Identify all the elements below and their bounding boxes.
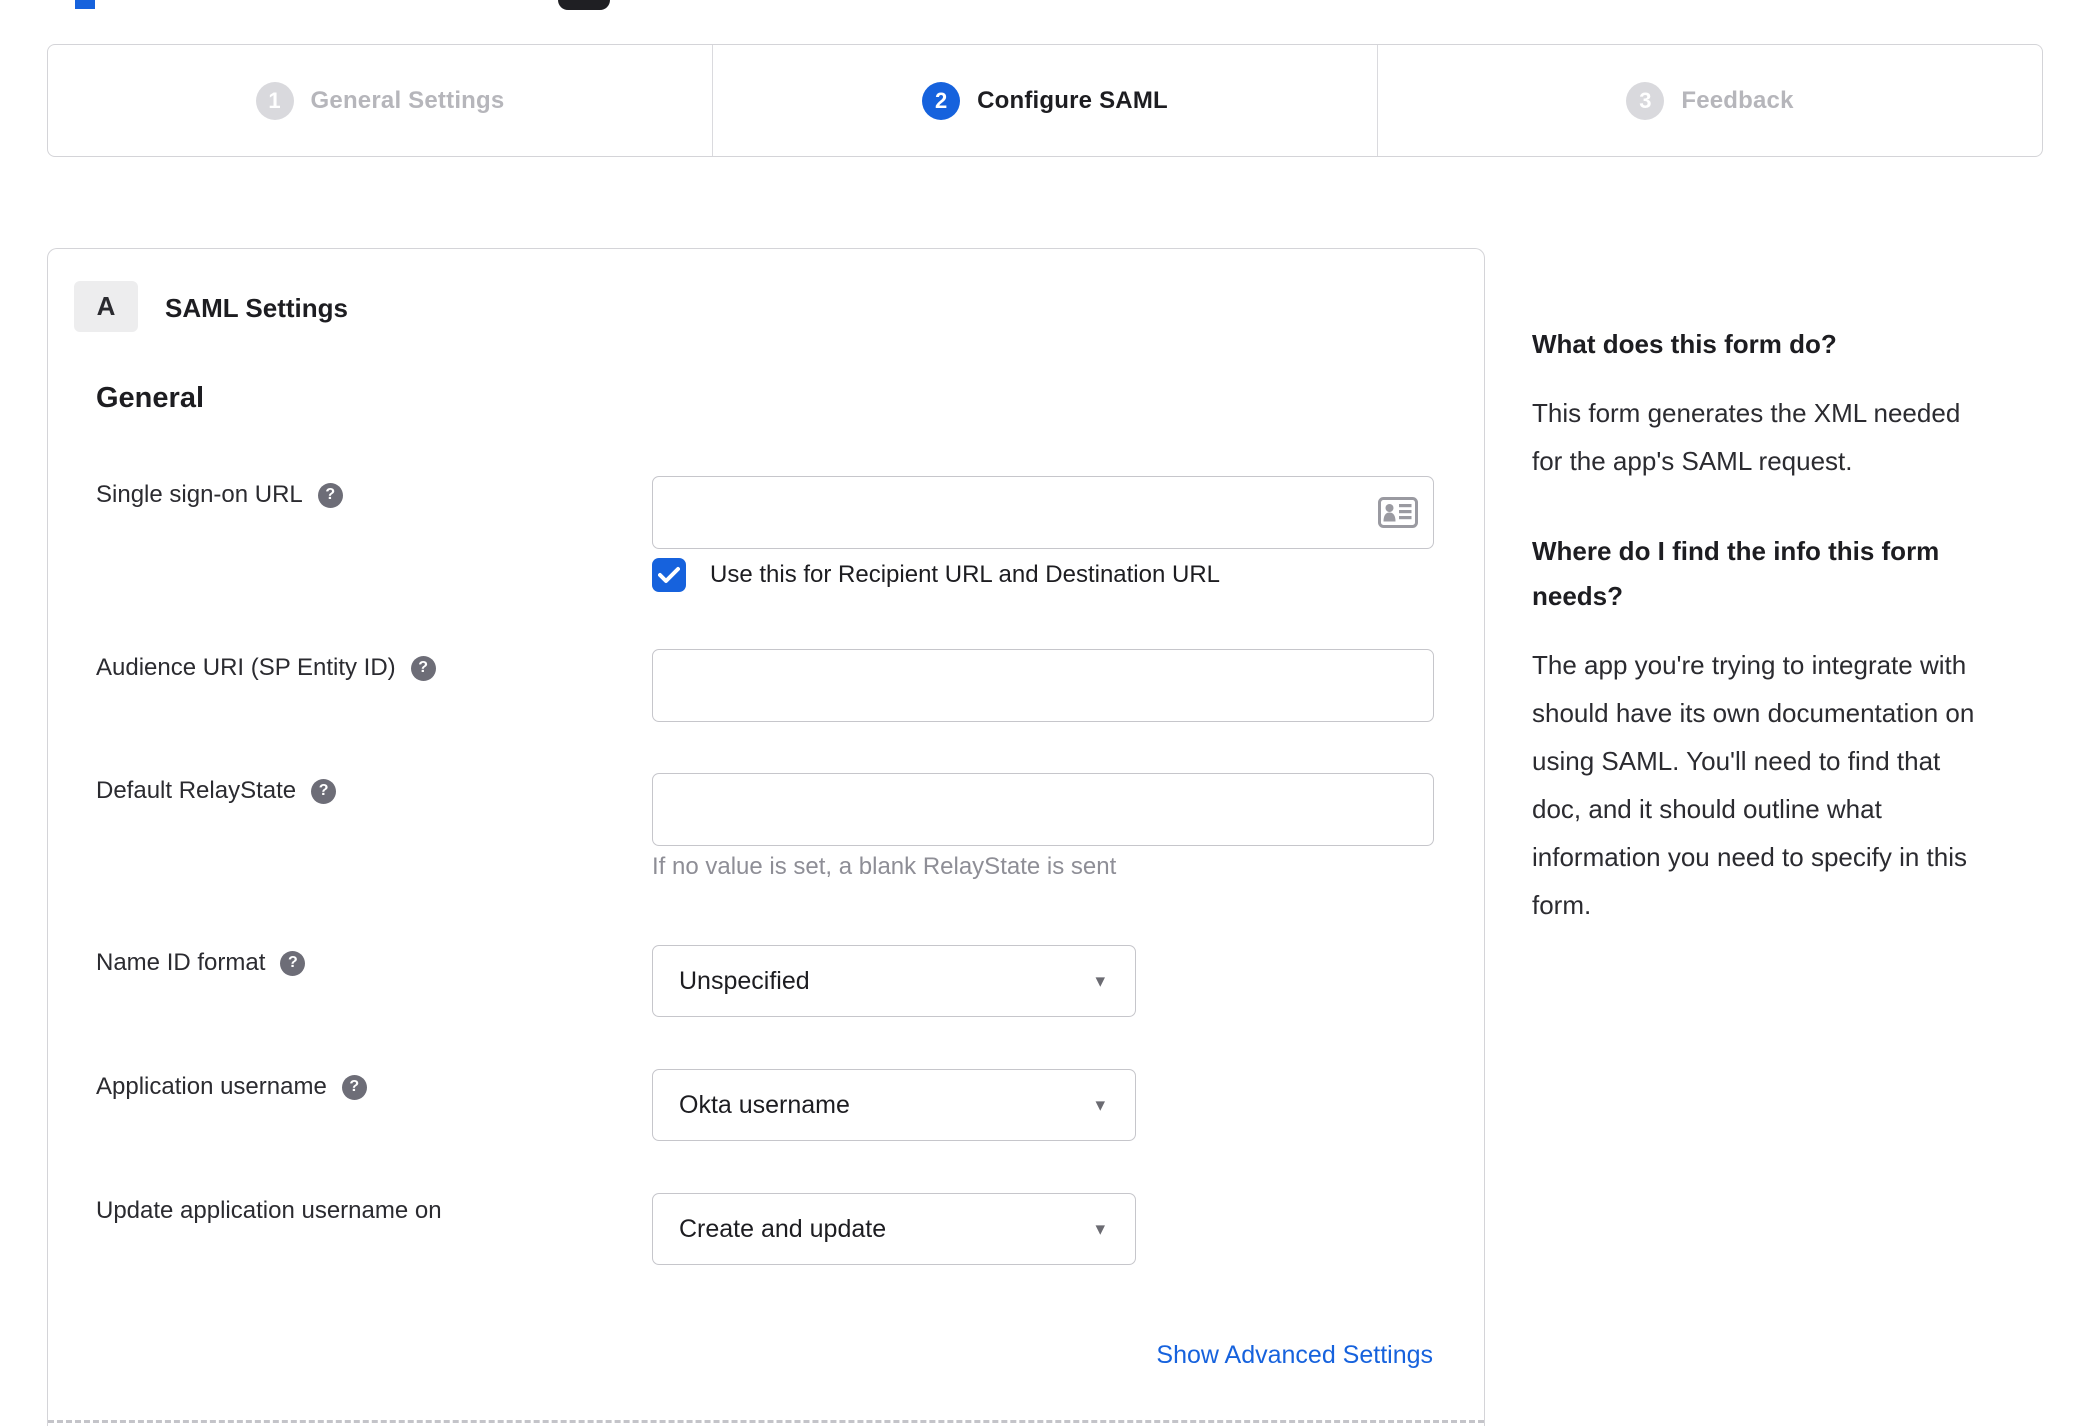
app-username-value: Okta username xyxy=(679,1090,850,1119)
help-answer-1: This form generates the XML needed for t… xyxy=(1532,398,1961,476)
step-3-label: Feedback xyxy=(1681,86,1794,114)
help-question-1: What does this form do? xyxy=(1532,329,1837,359)
help-answer-2: The app you're trying to integrate with … xyxy=(1532,650,1975,920)
relay-state-hint: If no value is set, a blank RelayState i… xyxy=(652,853,1117,880)
update-username-label-row: Update application username on xyxy=(96,1197,442,1225)
step-general-settings[interactable]: 1 General Settings xyxy=(48,45,712,156)
help-icon[interactable]: ? xyxy=(311,778,337,804)
sso-url-label: Single sign-on URL xyxy=(96,481,303,508)
saml-settings-panel: A SAML Settings General Single sign-on U… xyxy=(47,248,1485,1426)
step-2-label: Configure SAML xyxy=(977,86,1168,114)
section-dashed-divider xyxy=(48,1420,1484,1423)
app-username-select[interactable]: Okta username ▾ xyxy=(652,1069,1136,1141)
wizard-stepper: 1 General Settings 2 Configure SAML 3 Fe… xyxy=(47,44,2043,157)
update-username-value: Create and update xyxy=(679,1214,887,1243)
show-advanced-settings-link[interactable]: Show Advanced Settings xyxy=(1156,1341,1433,1370)
help-icon[interactable]: ? xyxy=(280,950,306,976)
step-configure-saml[interactable]: 2 Configure SAML xyxy=(712,45,1377,156)
audience-uri-input[interactable] xyxy=(652,649,1434,722)
audience-uri-label-row: Audience URI (SP Entity ID) ? xyxy=(96,654,436,682)
step-feedback[interactable]: 3 Feedback xyxy=(1377,45,2042,156)
configure-saml-screen: 1 General Settings 2 Configure SAML 3 Fe… xyxy=(0,0,2092,1426)
sso-url-input-wrap xyxy=(652,476,1434,549)
sso-url-input[interactable] xyxy=(652,476,1434,549)
recipient-url-checkbox[interactable] xyxy=(652,558,686,592)
help-icon[interactable]: ? xyxy=(341,1074,367,1100)
cropped-title-fragment xyxy=(75,0,95,9)
recipient-url-checkbox-label: Use this for Recipient URL and Destinati… xyxy=(710,561,1221,588)
chevron-down-icon: ▾ xyxy=(1095,1218,1105,1240)
step-1-label: General Settings xyxy=(310,86,505,114)
help-icon[interactable]: ? xyxy=(410,655,436,681)
relay-state-label: Default RelayState xyxy=(96,777,297,804)
update-username-label: Update application username on xyxy=(96,1197,442,1224)
chevron-down-icon: ▾ xyxy=(1095,1094,1105,1116)
help-icon[interactable]: ? xyxy=(317,482,343,508)
sso-url-label-row: Single sign-on URL ? xyxy=(96,481,343,509)
relay-state-label-row: Default RelayState ? xyxy=(96,777,337,805)
step-3-badge: 3 xyxy=(1626,81,1665,120)
name-id-format-select[interactable]: Unspecified ▾ xyxy=(652,945,1136,1017)
step-1-badge: 1 xyxy=(255,81,294,120)
help-question-2: Where do I find the info this form needs… xyxy=(1532,536,1940,611)
chevron-down-icon: ▾ xyxy=(1095,970,1105,992)
relay-state-input[interactable] xyxy=(652,773,1434,846)
recipient-url-checkbox-row: Use this for Recipient URL and Destinati… xyxy=(652,558,1220,592)
name-id-format-value: Unspecified xyxy=(679,966,810,995)
checkmark-icon xyxy=(658,567,680,583)
update-username-select[interactable]: Create and update ▾ xyxy=(652,1193,1136,1265)
help-sidebar: What does this form do? This form genera… xyxy=(1532,322,2062,929)
name-id-format-label-row: Name ID format ? xyxy=(96,949,306,977)
panel-title: SAML Settings xyxy=(165,293,348,323)
cropped-logo-fragment xyxy=(558,0,610,10)
app-username-label: Application username xyxy=(96,1073,327,1100)
step-2-badge: 2 xyxy=(922,81,961,120)
section-a-badge: A xyxy=(74,281,138,332)
name-id-format-label: Name ID format xyxy=(96,949,266,976)
general-section-heading: General xyxy=(96,382,204,414)
app-username-label-row: Application username ? xyxy=(96,1073,367,1101)
audience-uri-label: Audience URI (SP Entity ID) xyxy=(96,654,396,681)
